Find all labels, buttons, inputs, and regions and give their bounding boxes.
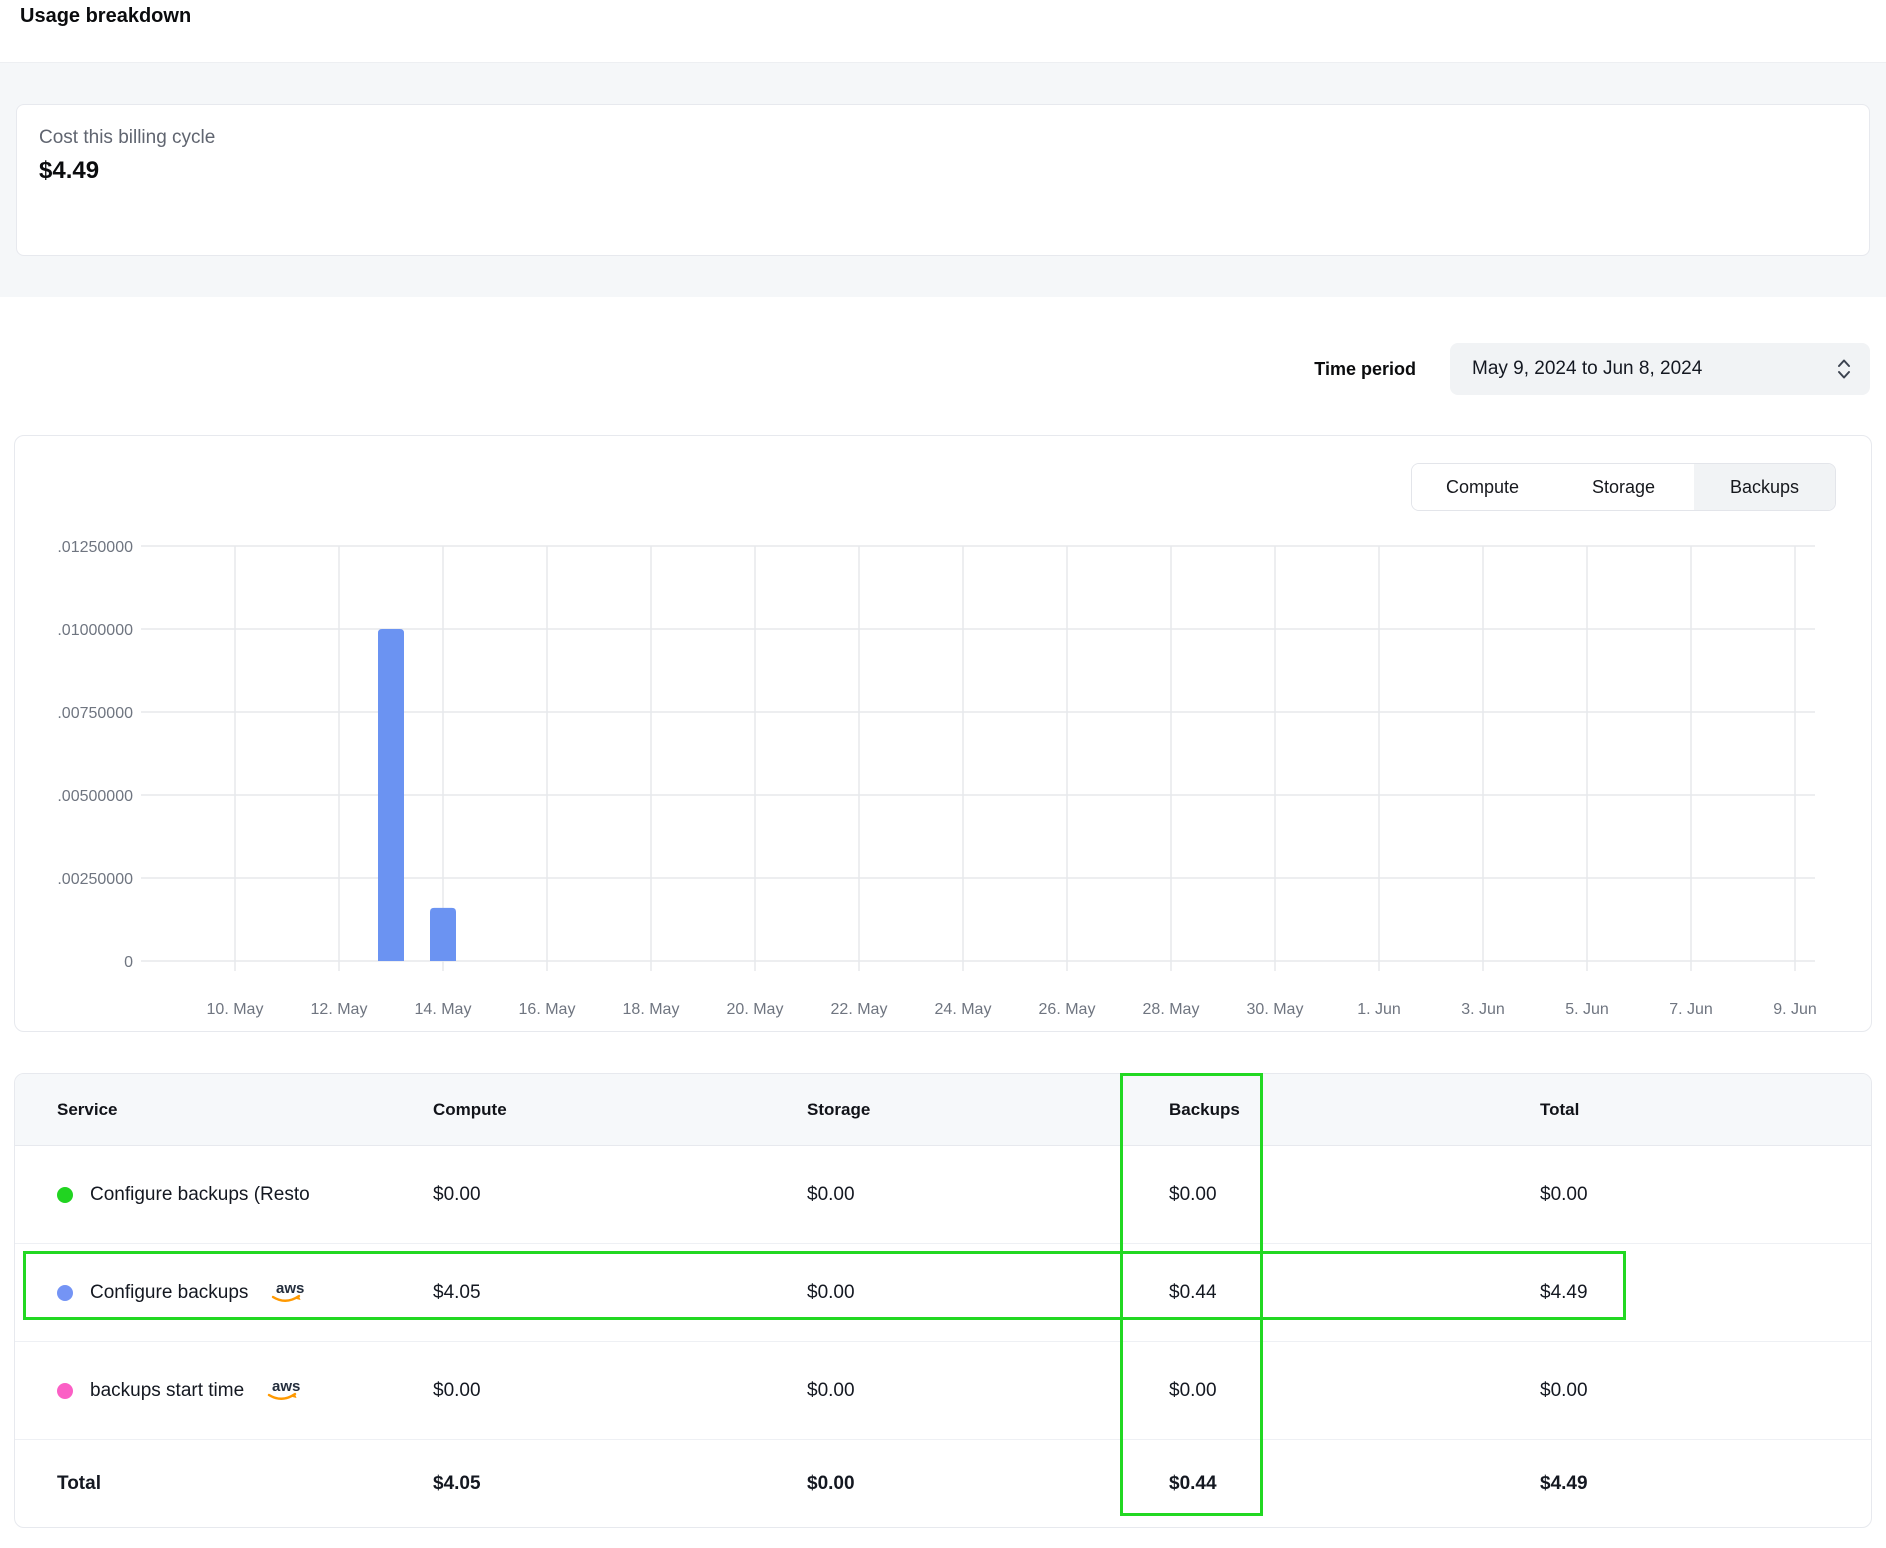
col-header-storage: Storage <box>807 1100 1169 1120</box>
time-period-row: Time period May 9, 2024 to Jun 8, 2024 <box>1314 343 1870 395</box>
cost-summary-card: Cost this billing cycle $4.49 <box>16 104 1870 256</box>
table-row-backups-start-time: backups start timeaws$0.00$0.00$0.00$0.0… <box>15 1342 1871 1440</box>
x-axis-tick-label: 16. May <box>519 1001 576 1018</box>
x-axis-tick-label: 20. May <box>727 1001 784 1018</box>
y-axis-tick-label: .00750000 <box>57 705 133 722</box>
x-axis-tick-label: 1. Jun <box>1357 1001 1401 1018</box>
total-compute-cell: $4.05 <box>433 1473 807 1495</box>
col-header-total: Total <box>1540 1100 1871 1120</box>
col-header-service: Service <box>57 1100 433 1120</box>
bar-14-may[interactable] <box>430 908 456 961</box>
y-axis-tick-label: .00250000 <box>57 871 133 888</box>
service-name: backups start time <box>90 1380 244 1402</box>
x-axis-tick-label: 26. May <box>1039 1001 1096 1018</box>
y-axis-tick-label: .00500000 <box>57 788 133 805</box>
table-total-row: Total$4.05$0.00$0.44$4.49 <box>15 1440 1871 1528</box>
usage-bar-chart: 0 .00250000 .00500000 .00750000 .01000000 .01… <box>15 436 1871 1031</box>
total-cost-cell: $4.49 <box>1540 1282 1871 1304</box>
total-backups-cell: $0.44 <box>1169 1473 1540 1495</box>
tab-storage[interactable]: Storage <box>1553 464 1694 510</box>
service-name: Configure backups (Resto <box>90 1184 310 1206</box>
col-header-backups: Backups <box>1169 1100 1540 1120</box>
chevron-updown-icon <box>1836 358 1852 380</box>
y-axis-tick-label: .01250000 <box>57 539 133 556</box>
compute-cost-cell: $0.00 <box>433 1380 807 1402</box>
cost-cycle-value: $4.49 <box>39 157 1847 185</box>
service-name: Configure backups <box>90 1282 248 1304</box>
x-axis-tick-label: 7. Jun <box>1669 1001 1713 1018</box>
backups-cost-cell: $0.00 <box>1169 1380 1540 1402</box>
svg-text:aws: aws <box>276 1280 304 1297</box>
service-cell: backups start time aws <box>57 1377 433 1405</box>
x-axis-tick-label: 12. May <box>311 1001 368 1018</box>
series-color-dot <box>57 1285 73 1301</box>
table-row-configure-backups-resto: Configure backups (Resto$0.00$0.00$0.00$… <box>15 1146 1871 1244</box>
backups-cost-cell: $0.00 <box>1169 1184 1540 1206</box>
x-axis-tick-label: 18. May <box>623 1001 680 1018</box>
y-axis-tick-label: .01000000 <box>57 622 133 639</box>
series-color-dot <box>57 1383 73 1399</box>
aws-logo-icon: aws <box>265 1377 303 1405</box>
series-color-dot <box>57 1187 73 1203</box>
total-total-cell: $4.49 <box>1540 1473 1871 1495</box>
y-axis-tick-label: 0 <box>124 954 133 971</box>
compute-cost-cell: $4.05 <box>433 1282 807 1304</box>
tab-compute[interactable]: Compute <box>1412 464 1553 510</box>
storage-cost-cell: $0.00 <box>807 1184 1169 1206</box>
page-title: Usage breakdown <box>20 5 191 28</box>
svg-text:aws: aws <box>272 1378 300 1395</box>
x-axis-tick-label: 5. Jun <box>1565 1001 1609 1018</box>
total-row-label: Total <box>57 1473 433 1495</box>
chart-metric-tabs: ComputeStorageBackups <box>1411 463 1836 511</box>
tab-backups[interactable]: Backups <box>1694 464 1835 510</box>
service-cell: Configure backups aws <box>57 1279 433 1307</box>
bar-13-may[interactable] <box>378 629 404 961</box>
total-storage-cell: $0.00 <box>807 1473 1169 1495</box>
total-cost-cell: $0.00 <box>1540 1184 1871 1206</box>
usage-chart-card: 0 .00250000 .00500000 .00750000 .01000000 .01… <box>14 435 1872 1032</box>
service-cell: Configure backups (Resto <box>57 1184 433 1206</box>
x-axis-tick-label: 28. May <box>1143 1001 1200 1018</box>
total-cost-cell: $0.00 <box>1540 1380 1871 1402</box>
table-row-configure-backups: Configure backups aws $4.05$0.00$0.44$4.49 <box>15 1244 1871 1342</box>
summary-section: Cost this billing cycle $4.49 <box>0 62 1886 297</box>
x-axis-tick-label: 24. May <box>935 1001 992 1018</box>
x-axis-tick-label: 30. May <box>1247 1001 1304 1018</box>
aws-logo-icon: aws <box>269 1279 307 1307</box>
storage-cost-cell: $0.00 <box>807 1380 1169 1402</box>
storage-cost-cell: $0.00 <box>807 1282 1169 1304</box>
compute-cost-cell: $0.00 <box>433 1184 807 1206</box>
backups-cost-cell: $0.44 <box>1169 1282 1540 1304</box>
time-period-select[interactable]: May 9, 2024 to Jun 8, 2024 <box>1450 343 1870 395</box>
cost-cycle-label: Cost this billing cycle <box>39 127 1847 149</box>
x-axis-tick-label: 22. May <box>831 1001 888 1018</box>
x-axis-tick-label: 10. May <box>207 1001 264 1018</box>
usage-table: Service Compute Storage Backups Total Co… <box>14 1073 1872 1528</box>
time-period-label: Time period <box>1314 359 1416 380</box>
x-axis-tick-label: 9. Jun <box>1773 1001 1817 1018</box>
x-axis-tick-label: 14. May <box>415 1001 472 1018</box>
col-header-compute: Compute <box>433 1100 807 1120</box>
time-period-value: May 9, 2024 to Jun 8, 2024 <box>1472 358 1702 380</box>
x-axis-tick-label: 3. Jun <box>1461 1001 1505 1018</box>
table-header-row: Service Compute Storage Backups Total <box>15 1074 1871 1146</box>
